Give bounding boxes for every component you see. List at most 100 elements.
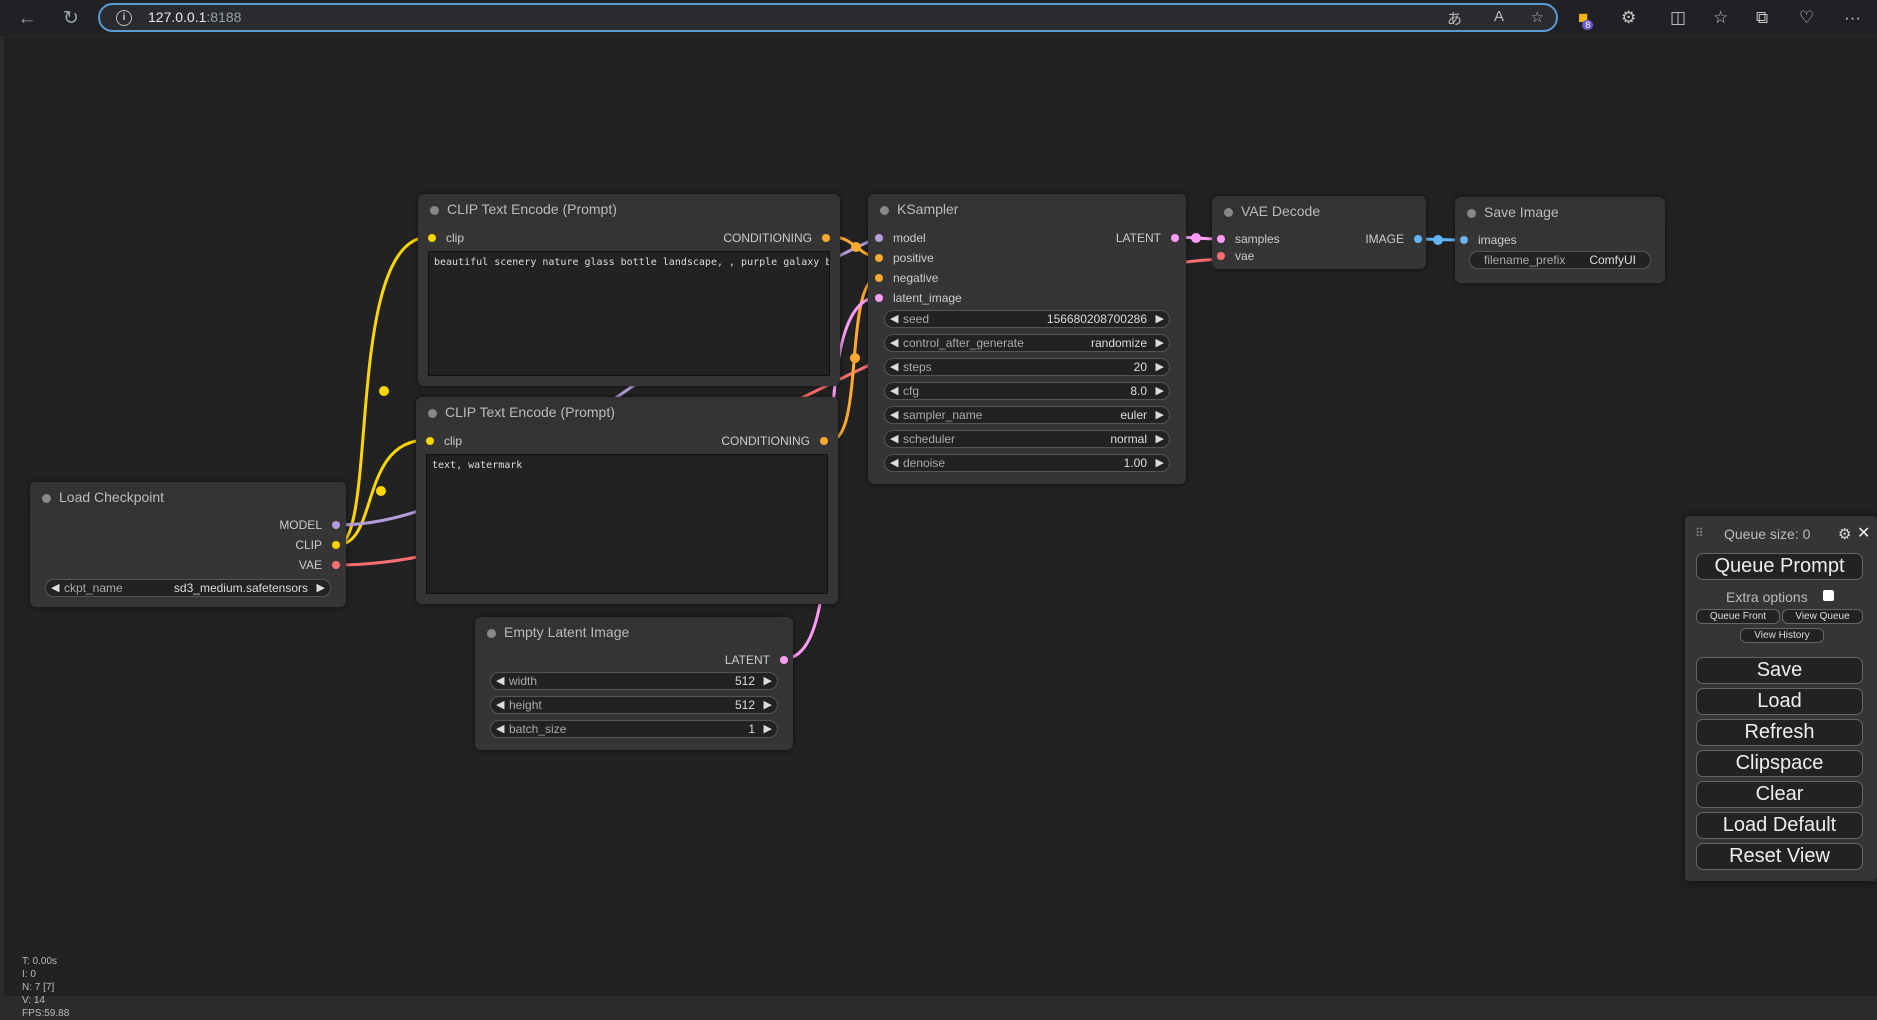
prompt-textarea[interactable]: text, watermark — [426, 454, 828, 594]
node-title-bar[interactable]: KSampler — [868, 194, 1186, 224]
input-slot-latent-image[interactable]: latent_image — [875, 291, 962, 305]
node-clip-text-encode-positive[interactable]: CLIP Text Encode (Prompt) clip CONDITION… — [418, 194, 840, 386]
url-text[interactable]: 127.0.0.1:8188 — [148, 9, 241, 25]
input-slot-vae[interactable]: vae — [1217, 249, 1254, 263]
collapse-dot-icon[interactable] — [42, 494, 51, 503]
decrement-arrow-icon[interactable]: ◀ — [496, 674, 504, 687]
node-title-bar[interactable]: VAE Decode — [1212, 196, 1426, 226]
decrement-arrow-icon[interactable]: ◀ — [890, 384, 898, 397]
decrement-arrow-icon[interactable]: ◀ — [890, 312, 898, 325]
output-slot-latent[interactable]: LATENT — [725, 653, 788, 667]
collections-icon[interactable]: ⧉ — [1756, 8, 1768, 28]
input-slot-clip[interactable]: clip — [426, 434, 462, 448]
settings-gear-icon[interactable]: ⚙ — [1838, 525, 1851, 543]
browser-essentials-icon[interactable]: ♡ — [1799, 8, 1814, 28]
clipspace-button[interactable]: Clipspace — [1696, 750, 1863, 777]
widget-scheduler[interactable]: ◀ scheduler normal ▶ — [884, 430, 1170, 448]
widget-ckpt-name[interactable]: ◀ ckpt_name sd3_medium.safetensors ▶ — [45, 579, 331, 597]
site-info-icon[interactable]: i — [116, 10, 132, 26]
widget-control-after-generate[interactable]: ◀ control_after_generate randomize ▶ — [884, 334, 1170, 352]
decrement-arrow-icon[interactable]: ◀ — [51, 581, 59, 594]
node-empty-latent-image[interactable]: Empty Latent Image LATENT ◀ width 512 ▶ ◀ he… — [475, 617, 793, 750]
favorite-star-icon[interactable]: ☆ — [1531, 8, 1544, 26]
reload-icon[interactable]: ↻ — [58, 6, 84, 32]
increment-arrow-icon[interactable]: ▶ — [1156, 360, 1164, 373]
node-save-image[interactable]: Save Image images filename_prefix ComfyUI — [1455, 197, 1665, 283]
output-slot-vae[interactable]: VAE — [299, 558, 340, 572]
extra-options-checkbox[interactable] — [1823, 590, 1834, 601]
load-default-button[interactable]: Load Default — [1696, 812, 1863, 839]
node-load-checkpoint[interactable]: Load Checkpoint MODEL CLIP VAE ◀ ckpt_nam… — [30, 482, 346, 607]
increment-arrow-icon[interactable]: ▶ — [764, 698, 772, 711]
view-history-button[interactable]: View History — [1740, 628, 1824, 643]
output-slot-latent[interactable]: LATENT — [1116, 231, 1179, 245]
reset-view-button[interactable]: Reset View — [1696, 843, 1863, 870]
split-screen-icon[interactable]: ◫ — [1670, 8, 1686, 28]
load-button[interactable]: Load — [1696, 688, 1863, 715]
widget-height[interactable]: ◀ height 512 ▶ — [490, 696, 778, 714]
prompt-textarea[interactable]: beautiful scenery nature glass bottle la… — [428, 251, 830, 376]
input-slot-model[interactable]: model — [875, 231, 926, 245]
collapse-dot-icon[interactable] — [430, 206, 439, 215]
view-queue-button[interactable]: View Queue — [1782, 609, 1863, 624]
decrement-arrow-icon[interactable]: ◀ — [890, 360, 898, 373]
drag-handle-icon[interactable]: ⠿ — [1695, 526, 1704, 540]
queue-prompt-button[interactable]: Queue Prompt — [1696, 553, 1863, 580]
increment-arrow-icon[interactable]: ▶ — [1156, 312, 1164, 325]
increment-arrow-icon[interactable]: ▶ — [1156, 432, 1164, 445]
increment-arrow-icon[interactable]: ▶ — [1156, 336, 1164, 349]
node-vae-decode[interactable]: VAE Decode samples vae IMAGE — [1212, 196, 1426, 269]
input-slot-positive[interactable]: positive — [875, 251, 934, 265]
decrement-arrow-icon[interactable]: ◀ — [890, 336, 898, 349]
collapse-dot-icon[interactable] — [1224, 208, 1233, 217]
queue-front-button[interactable]: Queue Front — [1696, 609, 1780, 624]
translate-icon[interactable]: あ — [1447, 8, 1462, 29]
collapse-dot-icon[interactable] — [1467, 209, 1476, 218]
decrement-arrow-icon[interactable]: ◀ — [496, 698, 504, 711]
collapse-dot-icon[interactable] — [880, 206, 889, 215]
extensions-puzzle-icon[interactable]: ⚙ — [1621, 8, 1636, 28]
widget-sampler-name[interactable]: ◀ sampler_name euler ▶ — [884, 406, 1170, 424]
extension-icon[interactable]: ■8 — [1578, 8, 1599, 30]
address-bar[interactable]: i 127.0.0.1:8188 あ A ☆ — [98, 3, 1558, 32]
widget-batch-size[interactable]: ◀ batch_size 1 ▶ — [490, 720, 778, 738]
close-icon[interactable]: ✕ — [1857, 523, 1870, 543]
comfy-menu-panel[interactable]: ⠿ Queue size: 0 ⚙ ✕ Queue Prompt Extra o… — [1685, 516, 1877, 881]
collapse-dot-icon[interactable] — [428, 409, 437, 418]
input-slot-clip[interactable]: clip — [428, 231, 464, 245]
increment-arrow-icon[interactable]: ▶ — [317, 581, 325, 594]
output-slot-conditioning[interactable]: CONDITIONING — [723, 231, 830, 245]
increment-arrow-icon[interactable]: ▶ — [764, 674, 772, 687]
clear-button[interactable]: Clear — [1696, 781, 1863, 808]
node-title-bar[interactable]: Load Checkpoint — [30, 482, 346, 512]
node-clip-text-encode-negative[interactable]: CLIP Text Encode (Prompt) clip CONDITION… — [416, 397, 838, 604]
widget-seed[interactable]: ◀ seed 156680208700286 ▶ — [884, 310, 1170, 328]
widget-width[interactable]: ◀ width 512 ▶ — [490, 672, 778, 690]
refresh-button[interactable]: Refresh — [1696, 719, 1863, 746]
input-slot-negative[interactable]: negative — [875, 271, 938, 285]
decrement-arrow-icon[interactable]: ◀ — [890, 456, 898, 469]
save-button[interactable]: Save — [1696, 657, 1863, 684]
output-slot-image[interactable]: IMAGE — [1365, 232, 1422, 246]
decrement-arrow-icon[interactable]: ◀ — [496, 722, 504, 735]
input-slot-images[interactable]: images — [1460, 233, 1517, 247]
decrement-arrow-icon[interactable]: ◀ — [890, 408, 898, 421]
increment-arrow-icon[interactable]: ▶ — [1156, 384, 1164, 397]
more-menu-icon[interactable]: ··· — [1844, 8, 1861, 28]
output-slot-clip[interactable]: CLIP — [295, 538, 340, 552]
graph-canvas[interactable]: CLIP Text Encode (Prompt) clip CONDITION… — [4, 37, 1877, 1019]
increment-arrow-icon[interactable]: ▶ — [764, 722, 772, 735]
node-title-bar[interactable]: Empty Latent Image — [475, 617, 793, 647]
favorites-icon[interactable]: ☆ — [1713, 8, 1728, 28]
collapse-dot-icon[interactable] — [487, 629, 496, 638]
increment-arrow-icon[interactable]: ▶ — [1156, 456, 1164, 469]
output-slot-model[interactable]: MODEL — [279, 518, 340, 532]
node-title-bar[interactable]: CLIP Text Encode (Prompt) — [418, 194, 840, 224]
node-ksampler[interactable]: KSampler model positive negative latent_… — [868, 194, 1186, 484]
back-icon[interactable]: ← — [14, 6, 40, 32]
decrement-arrow-icon[interactable]: ◀ — [890, 432, 898, 445]
input-slot-samples[interactable]: samples — [1217, 232, 1280, 246]
widget-steps[interactable]: ◀ steps 20 ▶ — [884, 358, 1170, 376]
read-aloud-icon[interactable]: A — [1494, 8, 1504, 25]
widget-cfg[interactable]: ◀ cfg 8.0 ▶ — [884, 382, 1170, 400]
